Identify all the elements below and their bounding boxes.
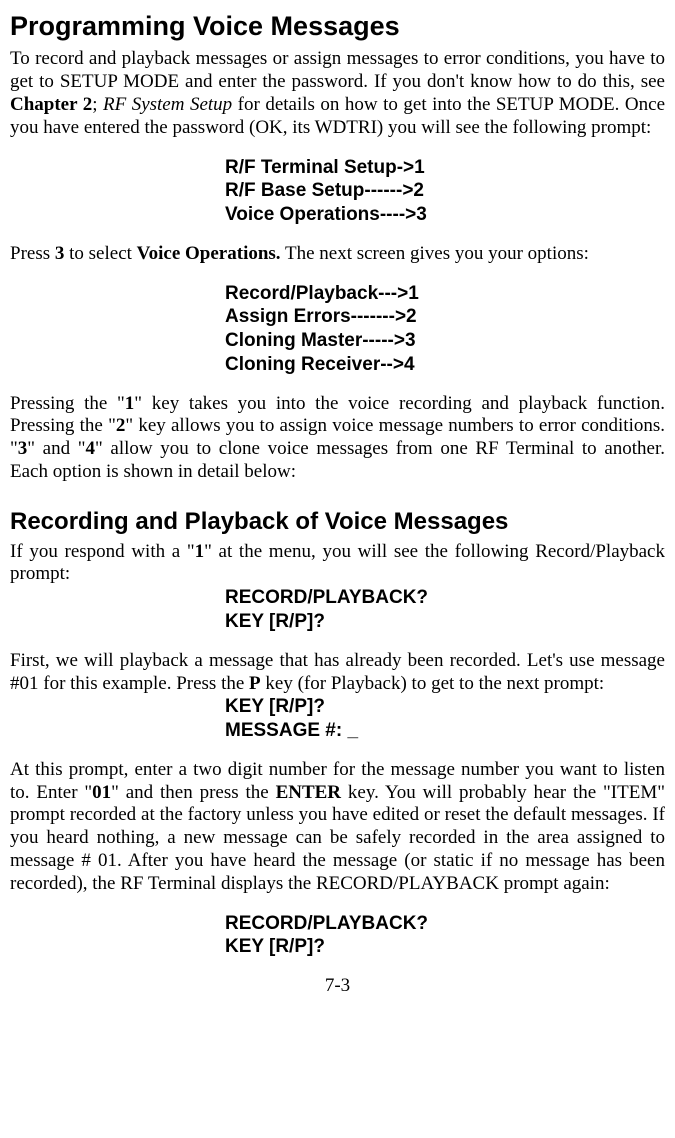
playback-example-paragraph: First, we will playback a message that h…	[10, 650, 665, 696]
text-bold: 1	[195, 541, 205, 562]
intro-paragraph: To record and playback messages or assig…	[10, 48, 665, 139]
text-run: If you respond with a "	[10, 541, 195, 562]
text-bold: 01	[92, 782, 111, 803]
document-page: Programming Voice Messages To record and…	[0, 0, 675, 1138]
text-run: " and "	[27, 438, 85, 459]
text-bold: 1	[125, 393, 135, 414]
text-run: to select	[64, 243, 136, 264]
text-bold: 3	[55, 243, 65, 264]
heading-recording-playback: Recording and Playback of Voice Messages	[10, 508, 665, 537]
text-run: The next screen gives you your options:	[281, 243, 589, 264]
prompt-record-playback-1: RECORD/PLAYBACK? KEY [R/P]?	[10, 586, 665, 634]
key-press-description-paragraph: Pressing the "1" key takes you into the …	[10, 393, 665, 484]
text-bold: P	[249, 673, 261, 694]
menu-rf-setup: R/F Terminal Setup->1 R/F Base Setup----…	[10, 156, 665, 227]
text-run: key (for Playback) to get to the next pr…	[261, 673, 605, 694]
text-run: " allow you to clone voice messages from…	[10, 438, 665, 482]
text-run: To record and playback messages or assig…	[10, 48, 665, 92]
menu-voice-operations: Record/Playback--->1 Assign Errors------…	[10, 282, 665, 377]
text-bold: 2	[116, 415, 126, 436]
press-3-paragraph: Press 3 to select Voice Operations. The …	[10, 243, 665, 266]
enter-01-paragraph: At this prompt, enter a two digit number…	[10, 759, 665, 896]
prompt-record-playback-2: RECORD/PLAYBACK? KEY [R/P]?	[10, 912, 665, 960]
text-bold: Voice Operations.	[137, 243, 281, 264]
text-run: " and then press the	[111, 782, 275, 803]
text-bold: Chapter 2	[10, 94, 92, 115]
respond-1-paragraph: If you respond with a "1" at the menu, y…	[10, 541, 665, 587]
heading-programming-voice-messages: Programming Voice Messages	[10, 10, 665, 42]
text-bold: ENTER	[276, 782, 341, 803]
text-run: Pressing the "	[10, 393, 125, 414]
page-number: 7-3	[10, 975, 665, 998]
text-bold: 4	[86, 438, 96, 459]
text-bold: 3	[18, 438, 28, 459]
text-run: ;	[92, 94, 103, 115]
prompt-key-message: KEY [R/P]? MESSAGE #: _	[10, 695, 665, 743]
text-italic: RF System Setup	[103, 94, 232, 115]
text-run: Press	[10, 243, 55, 264]
